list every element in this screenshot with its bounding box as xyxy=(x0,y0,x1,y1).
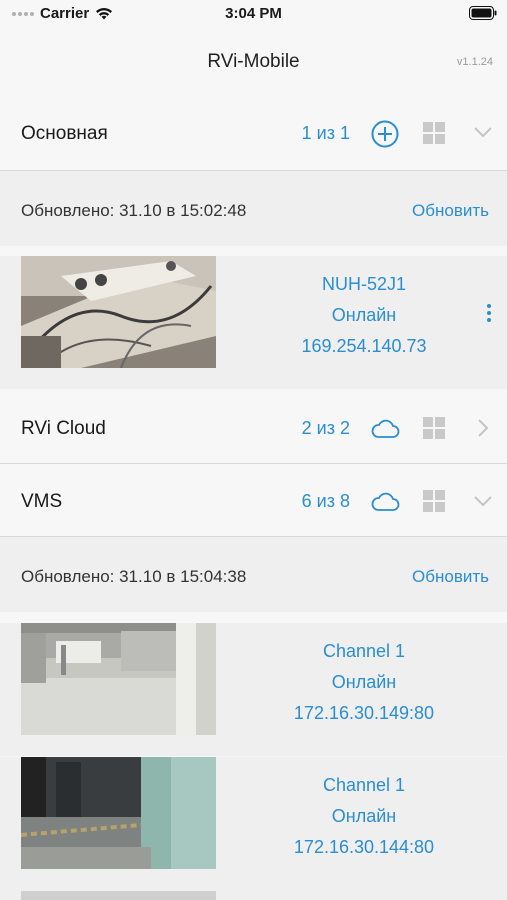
camera-thumbnail[interactable] xyxy=(21,623,216,735)
camera-row[interactable]: Channel 1 Онлайн 172.16.30.149:80 xyxy=(0,623,507,756)
camera-status: Онлайн xyxy=(331,806,397,826)
refresh-button[interactable]: Обновить xyxy=(412,567,489,587)
chevron-down-icon[interactable] xyxy=(473,122,493,147)
cloud-icon xyxy=(370,492,400,517)
camera-row[interactable]: Channel 1 Онлайн 172.16.30.144:80 xyxy=(0,757,507,900)
add-camera-icon[interactable] xyxy=(371,120,399,153)
group-header-cloud[interactable]: RVi Cloud 2 из 2 xyxy=(0,391,507,464)
camera-address: 169.254.140.73 xyxy=(301,336,427,356)
group-header-vms[interactable]: VMS 6 из 8 xyxy=(0,464,507,537)
grid-view-icon[interactable] xyxy=(423,417,445,439)
group-name: Основная xyxy=(21,123,108,144)
camera-status: Онлайн xyxy=(331,305,397,325)
more-options-icon[interactable] xyxy=(487,304,491,325)
camera-info: NUH-52J1 Онлайн 169.254.140.73 xyxy=(240,269,488,362)
camera-info: Channel 1 Онлайн 172.16.30.144:80 xyxy=(240,770,488,863)
chevron-right-icon[interactable] xyxy=(473,418,493,443)
group-count: 6 из 8 xyxy=(301,491,350,511)
updated-bar-main: Обновлено: 31.10 в 15:02:48 Обновить xyxy=(0,171,507,246)
grid-view-icon[interactable] xyxy=(423,490,445,512)
chevron-down-icon[interactable] xyxy=(473,491,493,516)
camera-address: 172.16.30.144:80 xyxy=(293,837,435,857)
group-count: 1 из 1 xyxy=(301,123,350,143)
group-header-main[interactable]: Основная 1 из 1 xyxy=(0,98,507,171)
battery-icon xyxy=(469,6,497,20)
group-name: VMS xyxy=(21,491,63,512)
camera-info: Channel 1 Онлайн 172.16.30.149:80 xyxy=(240,636,488,729)
navigation-bar: RVi-Mobile v1.1.24 xyxy=(0,28,507,98)
app-version: v1.1.24 xyxy=(456,56,493,68)
camera-address: 172.16.30.149:80 xyxy=(293,703,435,723)
app-title: RVi-Mobile xyxy=(207,51,300,72)
group-count: 2 из 2 xyxy=(301,418,350,438)
camera-name: Channel 1 xyxy=(322,775,406,795)
camera-thumbnail[interactable] xyxy=(21,757,216,869)
camera-status: Онлайн xyxy=(331,672,397,692)
grid-view-icon[interactable] xyxy=(423,122,445,144)
refresh-button[interactable]: Обновить xyxy=(412,201,489,221)
status-bar: Carrier 3:04 PM xyxy=(0,0,507,28)
camera-name: Channel 1 xyxy=(322,641,406,661)
updated-bar-vms: Обновлено: 31.10 в 15:04:38 Обновить xyxy=(0,537,507,612)
updated-timestamp: Обновлено: 31.10 в 15:02:48 xyxy=(21,201,247,220)
camera-thumbnail[interactable] xyxy=(21,256,216,368)
clock: 3:04 PM xyxy=(225,5,282,22)
cloud-icon xyxy=(370,419,400,444)
updated-timestamp: Обновлено: 31.10 в 15:04:38 xyxy=(21,567,247,586)
camera-row[interactable]: NUH-52J1 Онлайн 169.254.140.73 xyxy=(0,256,507,389)
camera-thumbnail-partial xyxy=(21,891,216,900)
camera-name: NUH-52J1 xyxy=(321,274,407,294)
group-name: RVi Cloud xyxy=(21,418,106,439)
